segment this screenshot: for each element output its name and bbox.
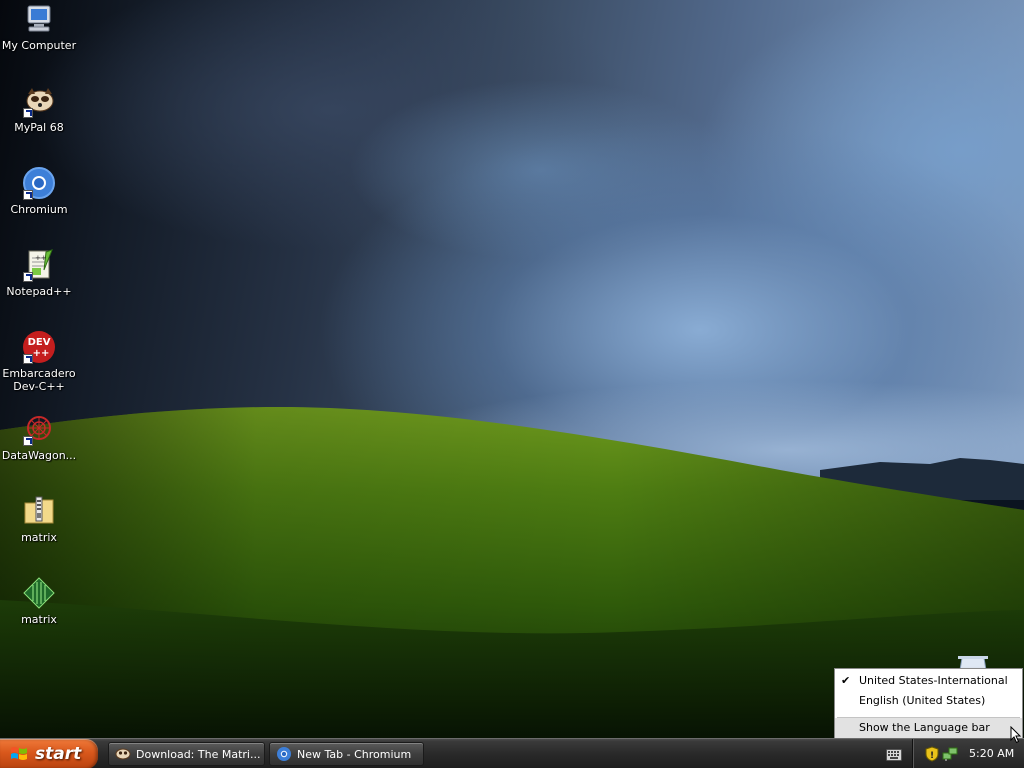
menu-item-english-us[interactable]: English (United States) [835, 691, 1022, 711]
mouse-cursor-icon [1010, 726, 1022, 744]
desktop-icon-dev-cpp[interactable]: DEV ++ Embarcadero Dev-C++ [0, 330, 78, 393]
taskbar-button-label: Download: The Matri... [136, 747, 261, 761]
menu-item-label: English (United States) [859, 694, 986, 707]
desktop-icon-label: Notepad++ [6, 285, 72, 298]
shortcut-arrow-icon [23, 436, 33, 446]
desktop-icon-my-computer[interactable]: My Computer [0, 2, 78, 52]
wallpaper-hills [0, 406, 1024, 738]
desktop-icon-datawagon[interactable]: DataWagon... [0, 412, 78, 462]
desktop-icon-notepad-plus-plus[interactable]: ++ Notepad++ [0, 248, 78, 298]
desktop-icon-label: matrix [21, 531, 57, 544]
menu-item-label: United States-International [859, 674, 1008, 687]
security-shield-icon[interactable]: ! [924, 746, 940, 762]
matrix-app-icon [22, 576, 56, 610]
notepad-plus-plus-icon: ++ [22, 248, 56, 282]
taskbar-button-download[interactable]: Download: The Matri... [108, 742, 265, 766]
desktop-icon-matrix-app[interactable]: matrix [0, 576, 78, 626]
start-button[interactable]: start [0, 739, 98, 768]
menu-item-show-language-bar[interactable]: Show the Language bar [835, 718, 1022, 738]
desktop-icon-label: MyPal 68 [14, 121, 64, 134]
taskbar-button-label: New Tab - Chromium [297, 747, 412, 761]
start-label: start [35, 744, 82, 764]
desktop-icon-chromium[interactable]: Chromium [0, 166, 78, 216]
zip-folder-icon [22, 494, 56, 528]
desktop-icon-label: My Computer [1, 39, 77, 52]
system-tray: ! 5:20 AM [912, 739, 1024, 768]
taskbar: start Download: The Matri... New Tab - C… [0, 738, 1024, 768]
desktop[interactable]: My Computer MyPal 68 Chromium ++ Notepad… [0, 0, 1024, 768]
datawagon-icon [22, 412, 56, 446]
chromium-icon [277, 747, 291, 761]
shortcut-arrow-icon [23, 108, 33, 118]
shortcut-arrow-icon [23, 190, 33, 200]
svg-text:!: ! [930, 751, 934, 761]
network-icon[interactable] [942, 746, 958, 762]
menu-item-label: Show the Language bar [859, 721, 990, 734]
dev-cpp-icon: DEV ++ [22, 330, 56, 364]
language-context-menu: ✔ United States-International English (U… [834, 668, 1023, 738]
chromium-icon [22, 166, 56, 200]
desktop-icon-label: Embarcadero Dev-C++ [2, 367, 76, 393]
desktop-icon-mypal[interactable]: MyPal 68 [0, 84, 78, 134]
shortcut-arrow-icon [23, 272, 33, 282]
taskbar-button-chromium[interactable]: New Tab - Chromium [269, 742, 424, 766]
shortcut-arrow-icon [23, 354, 33, 364]
checkmark-icon: ✔ [841, 674, 851, 687]
desktop-icon-label: DataWagon... [1, 449, 77, 462]
svg-text:DEV: DEV [28, 337, 51, 348]
mypal-icon [115, 748, 131, 760]
svg-text:++: ++ [35, 254, 47, 262]
mypal-icon [22, 84, 56, 118]
desktop-icon-label: matrix [21, 613, 57, 626]
windows-logo-icon [11, 747, 27, 760]
desktop-icon-label: Chromium [10, 203, 68, 216]
menu-item-us-international[interactable]: ✔ United States-International [835, 671, 1022, 691]
desktop-icon-matrix-zip[interactable]: matrix [0, 494, 78, 544]
svg-text:++: ++ [33, 348, 50, 359]
my-computer-icon [22, 2, 56, 36]
clock[interactable]: 5:20 AM [969, 747, 1014, 760]
keyboard-icon[interactable] [886, 749, 902, 761]
